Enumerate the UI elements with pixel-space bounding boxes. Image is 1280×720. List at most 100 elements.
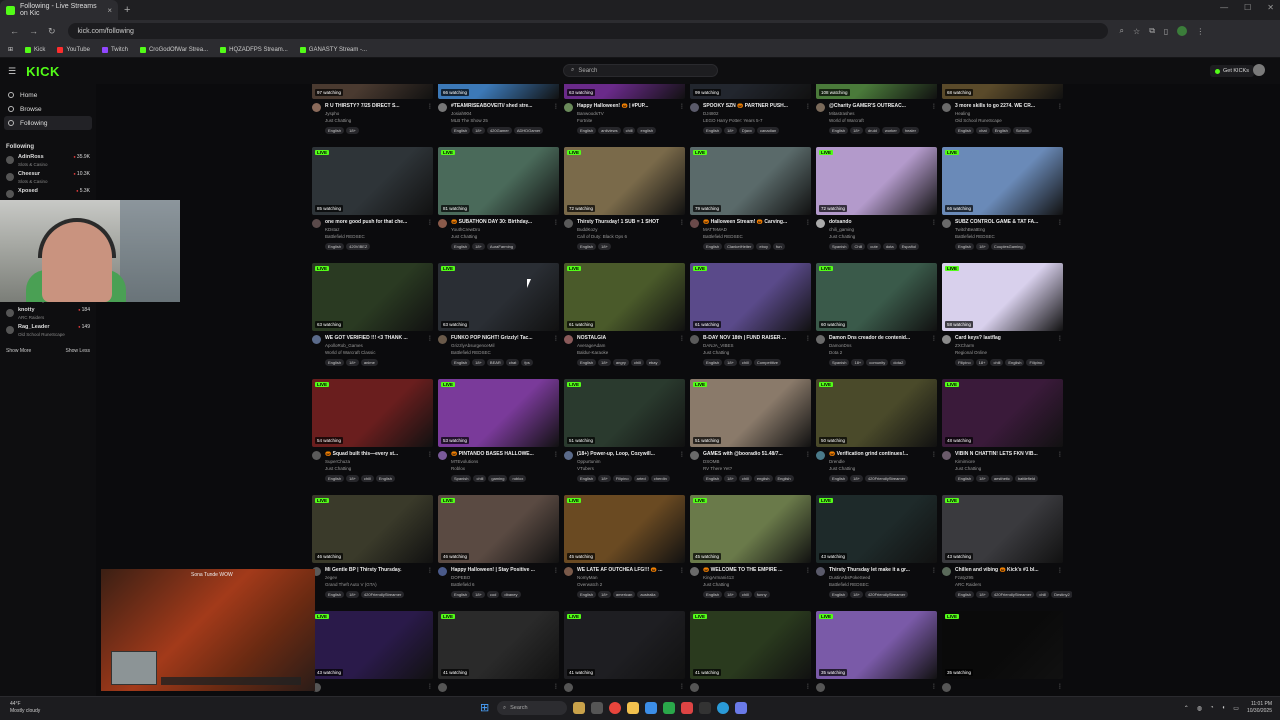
streamer-name[interactable]: DustinAbsPokeSeed [829, 574, 929, 581]
mic-icon[interactable]: ◍ [1197, 705, 1202, 712]
more-options-icon[interactable]: ⋮ [1057, 451, 1063, 472]
stream-category[interactable]: Just Chatting [325, 117, 425, 124]
file-explorer-icon[interactable] [627, 702, 639, 714]
stream-card[interactable]: LIVE 66 watching SUBZ CONTROL GAME & TAT F… [942, 147, 1063, 257]
streamer-name[interactable]: BuddKozy [577, 226, 677, 233]
stream-tag[interactable]: 420VIBEZ [346, 243, 371, 250]
stream-tag[interactable]: English [325, 359, 345, 366]
more-options-icon[interactable]: ⋮ [679, 567, 685, 588]
more-options-icon[interactable]: ⋮ [679, 335, 685, 356]
volume-icon[interactable]: ◖ [1222, 705, 1226, 711]
stream-category[interactable]: Just Chatting [829, 465, 929, 472]
stream-tag[interactable]: English [325, 591, 345, 598]
streamer-avatar[interactable] [690, 451, 699, 460]
stream-tag[interactable]: australia [637, 591, 659, 598]
stream-thumbnail[interactable]: LIVE 53 watching [438, 379, 559, 447]
back-icon[interactable]: ← [10, 26, 19, 36]
stream-card[interactable]: LIVE68 watching 3 more skills to go 2274.… [942, 84, 1063, 141]
stream-tag[interactable]: CouplesGaming [990, 243, 1026, 250]
stream-tag[interactable]: fun [773, 243, 785, 250]
stream-category[interactable]: Battlefield REDSEC [451, 349, 551, 356]
stream-category[interactable]: RV There Yet? [703, 465, 803, 472]
stream-thumbnail[interactable]: LIVE 79 watching [690, 147, 811, 215]
stream-tag[interactable]: English [703, 243, 723, 250]
more-options-icon[interactable]: ⋮ [931, 683, 937, 692]
stream-title[interactable]: Thirsty Thursday! 1 SUB = 1 SHOT [577, 219, 677, 226]
stream-thumbnail[interactable]: LIVE 45 watching [690, 495, 811, 563]
stream-category[interactable]: Just Chatting [325, 465, 425, 472]
streamer-name[interactable]: DamonDns [829, 342, 929, 349]
more-options-icon[interactable]: ⋮ [427, 103, 433, 124]
stream-thumbnail[interactable]: LIVE 81 watching [438, 147, 559, 215]
stream-tag[interactable]: chill [738, 475, 752, 482]
reload-icon[interactable]: ↻ [48, 26, 56, 37]
stream-thumbnail[interactable]: LIVE 51 watching [690, 379, 811, 447]
stream-title[interactable]: (18+) Power-up, Loop, Cozywill... [577, 451, 677, 458]
app-icon[interactable] [681, 702, 693, 714]
streamer-avatar[interactable] [690, 683, 699, 692]
stream-tag[interactable]: English [703, 591, 723, 598]
stream-tag[interactable]: English [703, 359, 723, 366]
maximize-icon[interactable]: ☐ [1244, 3, 1251, 12]
streamer-avatar[interactable] [816, 683, 825, 692]
stream-tag[interactable]: English [325, 475, 345, 482]
stream-tag[interactable]: 18+ [346, 127, 359, 134]
stream-title[interactable]: 3 more skills to go 2274. WE CR... [955, 103, 1055, 110]
stream-title[interactable]: WE LATE AF OUTCHEA LFG!!! 🎃 ... [577, 567, 677, 574]
browser-tab[interactable]: Following - Live Streams on Kic × [0, 0, 118, 20]
stream-title[interactable]: SUBZ CONTROL GAME & TAT FA... [955, 219, 1055, 226]
bookmark-item[interactable]: GANASTY Stream -... [299, 46, 367, 53]
stream-category[interactable]: MLB The Show 25 [451, 117, 551, 124]
stream-tag[interactable]: English [375, 475, 395, 482]
more-options-icon[interactable]: ⋮ [679, 451, 685, 472]
more-options-icon[interactable]: ⋮ [427, 683, 433, 692]
stream-tag[interactable]: aesthetic [990, 475, 1013, 482]
stream-category[interactable]: Call of Duty: Black Ops 6 [577, 233, 677, 240]
stream-tag[interactable]: ADHDGamer [513, 127, 544, 134]
streamer-name[interactable]: Healing [955, 110, 1055, 117]
show-more-button[interactable]: Show More [6, 348, 31, 354]
stream-tag[interactable]: Spanish [829, 359, 850, 366]
stream-tag[interactable]: English [829, 591, 849, 598]
streamer-name[interactable]: Jyspho [325, 110, 425, 117]
streamer-avatar[interactable] [942, 683, 951, 692]
stream-tag[interactable]: dota [882, 243, 897, 250]
stream-category[interactable]: Just Chatting [703, 581, 803, 588]
stream-thumbnail[interactable]: LIVE 51 watching [564, 379, 685, 447]
more-options-icon[interactable]: ⋮ [427, 567, 433, 588]
stream-tag[interactable]: chill [630, 359, 644, 366]
stream-thumbnail[interactable]: LIVE 46 watching [438, 495, 559, 563]
stream-tag[interactable]: AuraFarming [486, 243, 517, 250]
stream-tag[interactable]: Chill [851, 243, 866, 250]
streamer-avatar[interactable] [438, 335, 447, 344]
stream-title[interactable]: 🎃 WELCOME TO THE EMPIRE ... [703, 567, 803, 574]
stream-category[interactable]: VTubers [577, 465, 677, 472]
stream-card[interactable]: LIVE 54 watching 🎃 Squad built this—every … [312, 379, 433, 489]
stream-card[interactable]: LIVE 79 watching 🎃 Halloween Stream! 🎃 Car… [690, 147, 811, 257]
stream-tag[interactable]: English [451, 127, 471, 134]
stream-card[interactable]: LIVE66 watching #TEAMRISEABOVEIT// shed s… [438, 84, 559, 141]
streamer-avatar[interactable] [312, 451, 321, 460]
stream-thumbnail[interactable]: LIVE68 watching [942, 84, 1063, 99]
forward-icon[interactable]: → [29, 26, 38, 36]
more-options-icon[interactable]: ⋮ [427, 219, 433, 240]
stream-tag[interactable]: 420FriendlyStreamer [864, 591, 909, 598]
stream-card[interactable]: LIVE 45 watching 🎃 WELCOME TO THE EMPIRE .… [690, 495, 811, 605]
stream-thumbnail[interactable]: LIVE97 watching [312, 84, 433, 99]
stream-tag[interactable]: English [577, 475, 597, 482]
stream-tag[interactable]: English [325, 243, 345, 250]
stream-title[interactable]: SPOOKY SZN 🎃 PARTNER PUSH... [703, 103, 803, 110]
sidebar-channel-cheesur[interactable]: Cheesur Slots & Casino 10.3K [0, 171, 96, 187]
stream-category[interactable]: Dota 2 [829, 349, 929, 356]
stream-thumbnail[interactable]: LIVE 63 watching [438, 263, 559, 331]
stream-tag[interactable]: English [703, 127, 723, 134]
stream-tag[interactable]: English [991, 127, 1011, 134]
stream-title[interactable]: NOSTALGIA [577, 335, 677, 342]
stream-tag[interactable]: 18+ [346, 591, 359, 598]
streamer-name[interactable]: MATTeMAD [703, 226, 803, 233]
streamer-avatar[interactable] [438, 219, 447, 228]
stream-category[interactable]: Battlefield REDSEC [829, 581, 929, 588]
stream-title[interactable]: FUNKO POP NIGHT! Grizzly! Tac... [451, 335, 551, 342]
stream-card[interactable]: LIVE97 watching R U THIRSTY? 7/25 DIRECT … [312, 84, 433, 141]
stream-tag[interactable]: 18+ [724, 359, 737, 366]
